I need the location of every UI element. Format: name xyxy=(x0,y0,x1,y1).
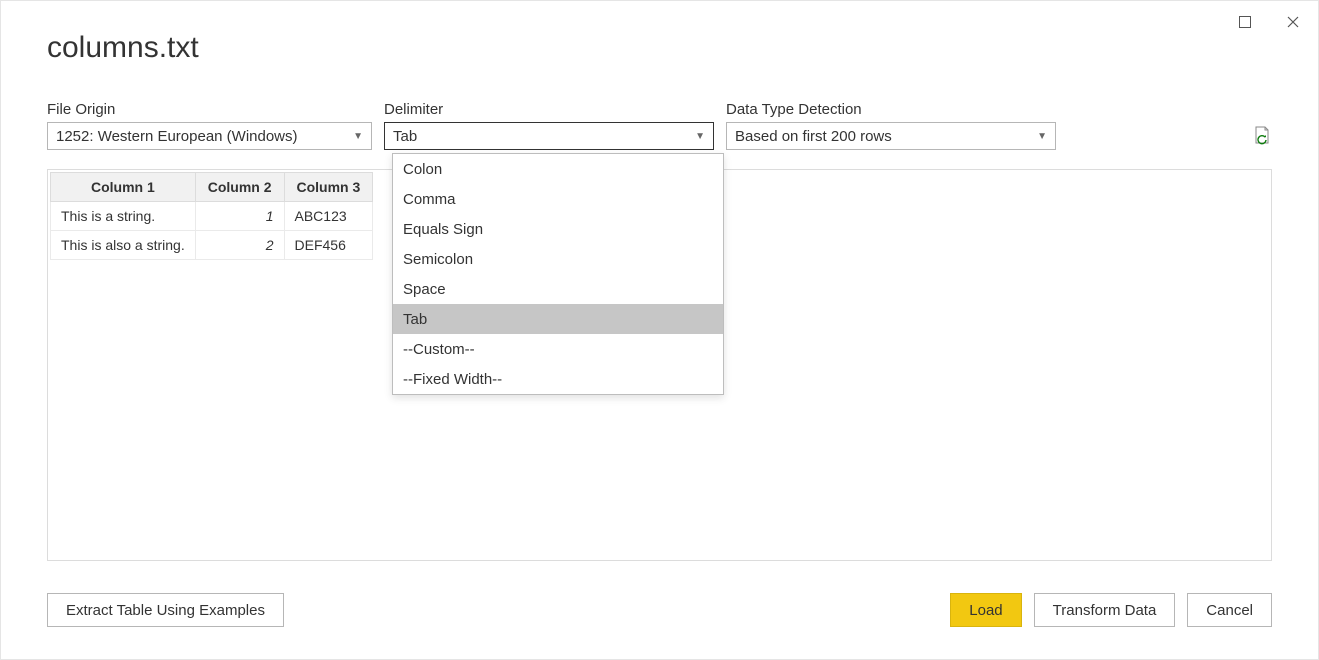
delimiter-option-equals-sign[interactable]: Equals Sign xyxy=(393,214,723,244)
delimiter-dropdown[interactable]: Tab ▼ xyxy=(384,122,714,150)
cell: ABC123 xyxy=(284,202,373,231)
delimiter-option-custom[interactable]: --Custom-- xyxy=(393,334,723,364)
delimiter-option-space[interactable]: Space xyxy=(393,274,723,304)
table-header-row: Column 1 Column 2 Column 3 xyxy=(51,173,373,202)
delimiter-option-colon[interactable]: Colon xyxy=(393,154,723,184)
data-type-detection-value: Based on first 200 rows xyxy=(735,128,892,145)
cell: This is a string. xyxy=(51,202,196,231)
field-delimiter: Delimiter Tab ▼ xyxy=(384,101,714,150)
transform-data-button[interactable]: Transform Data xyxy=(1034,593,1176,627)
file-origin-value: 1252: Western European (Windows) xyxy=(56,128,298,145)
dialog-footer: Extract Table Using Examples Load Transf… xyxy=(47,593,1272,627)
footer-right: Load Transform Data Cancel xyxy=(950,593,1272,627)
chevron-down-icon: ▼ xyxy=(695,131,705,142)
delimiter-dropdown-popup[interactable]: Colon Comma Equals Sign Semicolon Space … xyxy=(392,153,724,395)
data-type-detection-label: Data Type Detection xyxy=(726,101,1056,118)
data-type-detection-dropdown[interactable]: Based on first 200 rows ▼ xyxy=(726,122,1056,150)
load-button[interactable]: Load xyxy=(950,593,1021,627)
delimiter-option-comma[interactable]: Comma xyxy=(393,184,723,214)
cell: 2 xyxy=(195,231,284,260)
cancel-button[interactable]: Cancel xyxy=(1187,593,1272,627)
file-origin-label: File Origin xyxy=(47,101,372,118)
file-origin-dropdown[interactable]: 1252: Western European (Windows) ▼ xyxy=(47,122,372,150)
chevron-down-icon: ▼ xyxy=(353,131,363,142)
delimiter-value: Tab xyxy=(393,128,417,145)
table-row: This is also a string. 2 DEF456 xyxy=(51,231,373,260)
options-row: File Origin 1252: Western European (Wind… xyxy=(47,101,1272,150)
cell: 1 xyxy=(195,202,284,231)
extract-table-button[interactable]: Extract Table Using Examples xyxy=(47,593,284,627)
maximize-icon[interactable] xyxy=(1232,9,1258,35)
field-file-origin: File Origin 1252: Western European (Wind… xyxy=(47,101,372,150)
column-header[interactable]: Column 2 xyxy=(195,173,284,202)
cell: This is also a string. xyxy=(51,231,196,260)
preview-table: Column 1 Column 2 Column 3 This is a str… xyxy=(50,172,373,260)
field-data-type-detection: Data Type Detection Based on first 200 r… xyxy=(726,101,1056,150)
delimiter-label: Delimiter xyxy=(384,101,714,118)
delimiter-option-semicolon[interactable]: Semicolon xyxy=(393,244,723,274)
close-icon[interactable] xyxy=(1280,9,1306,35)
window-controls xyxy=(1232,9,1306,35)
refresh-icon[interactable] xyxy=(1252,125,1270,145)
column-header[interactable]: Column 3 xyxy=(284,173,373,202)
cell: DEF456 xyxy=(284,231,373,260)
delimiter-option-fixed-width[interactable]: --Fixed Width-- xyxy=(393,364,723,394)
table-row: This is a string. 1 ABC123 xyxy=(51,202,373,231)
column-header[interactable]: Column 1 xyxy=(51,173,196,202)
dialog-title: columns.txt xyxy=(47,31,199,65)
delimiter-option-tab[interactable]: Tab xyxy=(393,304,723,334)
chevron-down-icon: ▼ xyxy=(1037,131,1047,142)
dialog-window: columns.txt File Origin 1252: Western Eu… xyxy=(0,0,1319,660)
